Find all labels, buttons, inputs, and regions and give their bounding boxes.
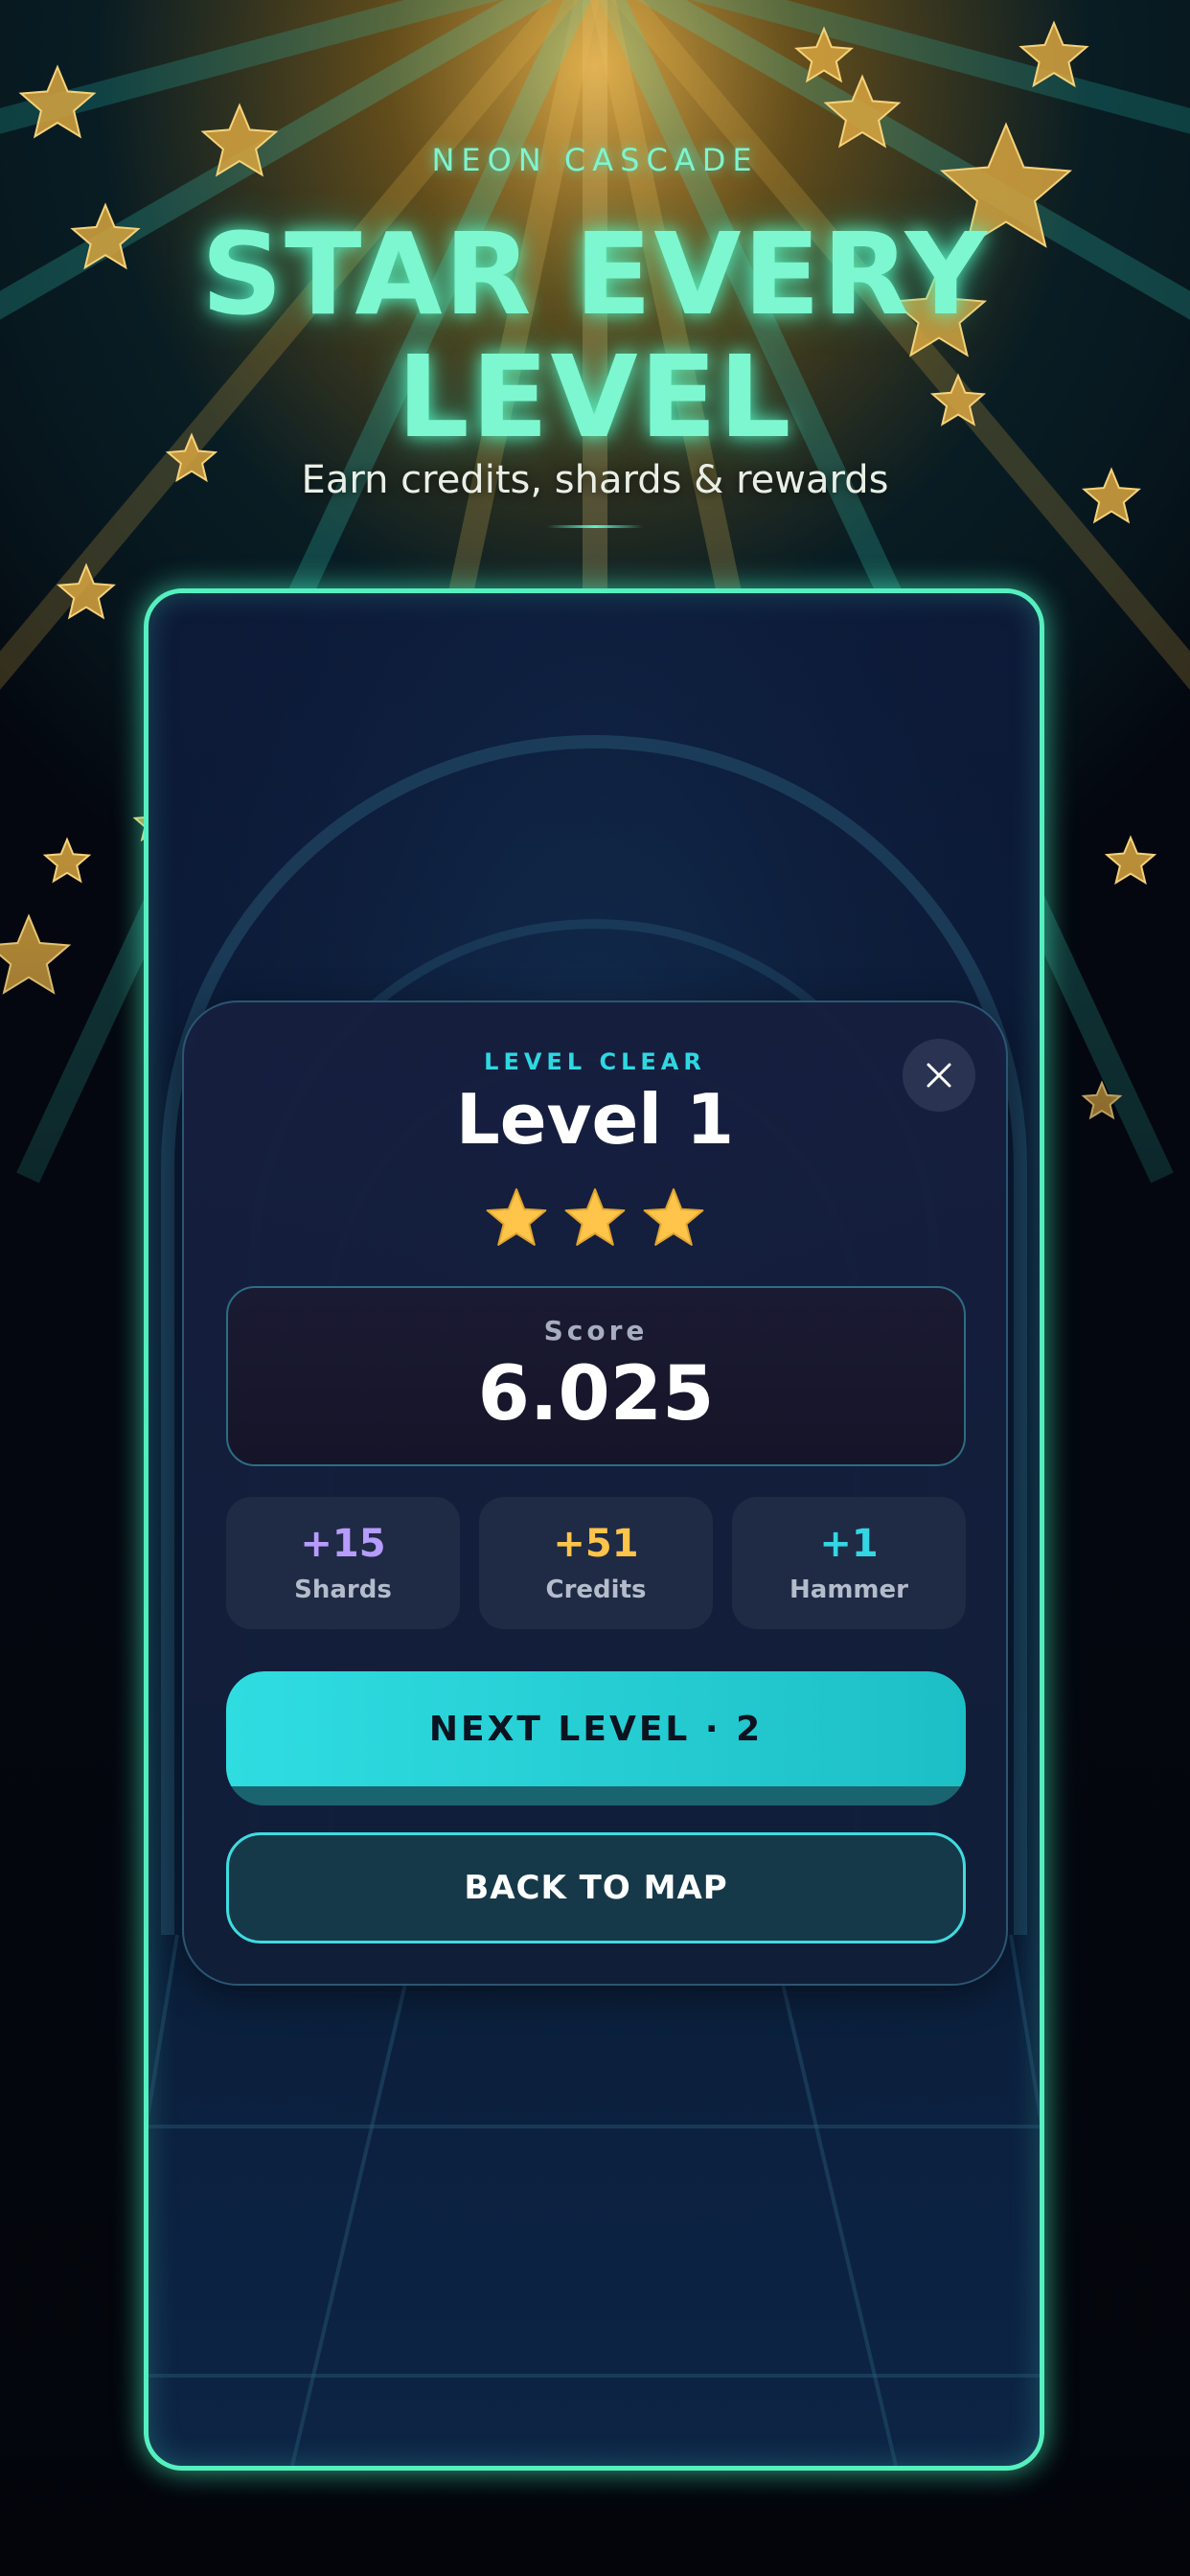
score-value: 6.025: [477, 1351, 715, 1438]
score-label: Score: [543, 1315, 649, 1346]
star-rating: [184, 1186, 1006, 1250]
reward-credits: +51 Credits: [479, 1497, 713, 1629]
score-panel: Score 6.025: [226, 1286, 966, 1466]
back-to-map-button[interactable]: BACK TO MAP: [226, 1832, 966, 1944]
headline-line-1: STAR EVERY: [201, 208, 989, 340]
reward-label: Hammer: [790, 1576, 908, 1604]
reward-label: Credits: [545, 1576, 647, 1604]
close-button[interactable]: [903, 1039, 975, 1112]
brand-name: NEON CASCADE: [431, 142, 759, 178]
reward-value: +1: [819, 1522, 879, 1566]
level-clear-modal: LEVEL CLEAR Level 1 Score 6.025 +15 Shar…: [182, 1000, 1008, 1986]
tagline-divider: [547, 525, 643, 528]
next-level-button[interactable]: NEXT LEVEL · 2: [226, 1671, 966, 1806]
level-clear-label: LEVEL CLEAR: [484, 1048, 706, 1075]
rewards-row: +15 Shards +51 Credits +1 Hammer: [226, 1497, 966, 1629]
tagline: Earn credits, shards & rewards: [301, 458, 889, 502]
close-icon: [927, 1063, 951, 1088]
next-level-label: NEXT LEVEL · 2: [226, 1671, 966, 1786]
star-icon: [564, 1188, 626, 1246]
reward-hammer: +1 Hammer: [732, 1497, 966, 1629]
star-icon: [486, 1188, 547, 1246]
reward-shards: +15 Shards: [226, 1497, 460, 1629]
level-title: Level 1: [455, 1079, 735, 1160]
star-icon: [643, 1188, 704, 1246]
headline: STAR EVERY LEVEL: [0, 213, 1190, 458]
reward-value: +15: [300, 1522, 386, 1566]
reward-label: Shards: [294, 1576, 392, 1604]
reward-value: +51: [553, 1522, 639, 1566]
headline-line-2: LEVEL: [397, 331, 793, 463]
